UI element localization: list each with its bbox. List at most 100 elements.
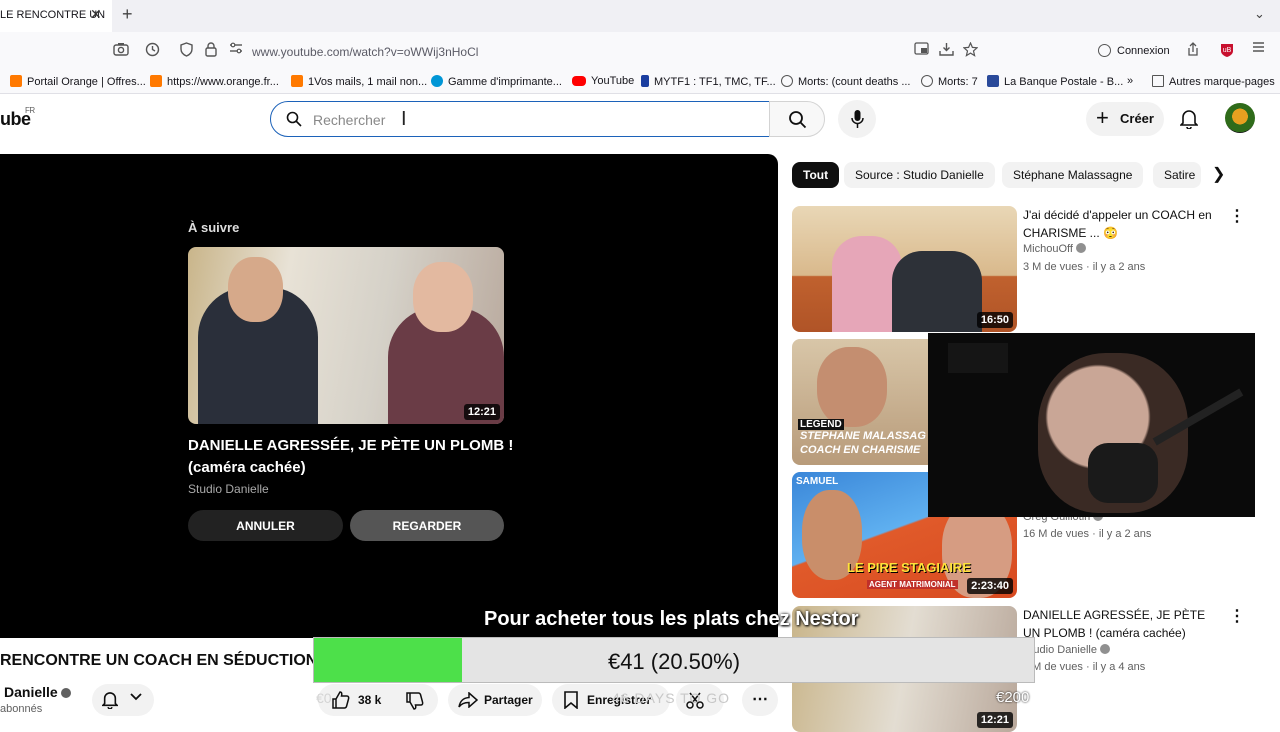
more-horizontal-icon: ⋯ xyxy=(752,691,768,708)
video-player[interactable]: À suivre 12:21 DANIELLE AGRESSÉE, JE PÈT… xyxy=(0,154,778,638)
globe-icon xyxy=(781,75,793,87)
thumbnail-figure xyxy=(413,262,473,332)
recommendation-meta: 3 M de vues · il y a 2 ans xyxy=(1023,261,1146,273)
share-button[interactable]: Partager xyxy=(448,684,542,716)
up-next-channel: Studio Danielle xyxy=(188,482,269,496)
chip-all[interactable]: Tout xyxy=(792,162,840,188)
verified-icon xyxy=(1100,644,1110,654)
like-dislike-group: 38 k xyxy=(318,684,438,716)
create-button[interactable]: + Créer xyxy=(1086,102,1164,136)
lock-icon[interactable] xyxy=(205,42,217,57)
region-code: FR xyxy=(25,106,35,115)
dislike-icon[interactable] xyxy=(406,692,424,710)
menu-icon[interactable] xyxy=(1252,41,1265,53)
close-icon[interactable]: ✕ xyxy=(90,6,102,23)
like-icon[interactable] xyxy=(332,691,350,709)
search-input[interactable]: Rechercher I xyxy=(270,101,770,137)
youtube-logo[interactable]: ube FR xyxy=(0,106,35,130)
search-icon xyxy=(788,110,807,129)
bookmark-folder[interactable]: Autres marque-pages xyxy=(1152,75,1275,88)
goal-start-label: €0 xyxy=(316,690,332,706)
donation-goal-bar: €41 (20.50%) xyxy=(313,637,1035,683)
more-options-icon[interactable]: ⋮ xyxy=(1229,606,1245,626)
more-actions-button[interactable]: ⋯ xyxy=(742,684,778,716)
up-next-thumbnail[interactable]: 12:21 xyxy=(188,247,504,424)
bookmark-item[interactable]: Morts: 7 xyxy=(921,75,978,88)
bookmark-item[interactable]: 1Vos mails, 1 mail non... xyxy=(291,75,427,88)
subscription-bell-button[interactable] xyxy=(92,684,154,716)
thumbnail-text: STEPHANE MALASSAG xyxy=(800,430,926,442)
orange-icon xyxy=(150,75,162,87)
more-options-icon[interactable]: ⋮ xyxy=(1229,206,1245,226)
channel-name[interactable]: Danielle xyxy=(4,684,71,700)
more-bookmarks-icon[interactable]: » xyxy=(1127,75,1133,87)
up-next-title[interactable]: DANIELLE AGRESSÉE, JE PÈTE UN PLOMB ! (c… xyxy=(188,435,518,479)
bank-icon xyxy=(987,75,999,87)
account-button[interactable]: Connexion xyxy=(1092,39,1174,63)
star-icon[interactable] xyxy=(963,42,978,57)
recommendation-title[interactable]: DANIELLE AGRESSÉE, JE PÈTE UN PLOMB ! (c… xyxy=(1023,606,1223,642)
chip-satire[interactable]: Satire xyxy=(1153,162,1201,188)
chevron-right-icon[interactable]: ❯ xyxy=(1212,164,1225,184)
browser-nav-bar: www.youtube.com/watch?v=oWWij3nHoCl Conn… xyxy=(0,32,1280,70)
browser-tab-active[interactable]: LE RENCONTRE UN ✕ xyxy=(0,0,112,32)
bookmark-item[interactable]: https://www.orange.fr... xyxy=(150,75,279,88)
duration-badge: 12:21 xyxy=(976,712,1013,728)
share-label: Partager xyxy=(484,693,533,707)
thumbnail-figure xyxy=(892,251,982,332)
tf1-icon xyxy=(641,75,649,87)
thumbnail-text: AGENT MATRIMONIAL xyxy=(867,580,958,589)
share-icon[interactable] xyxy=(1186,42,1200,57)
download-icon[interactable] xyxy=(939,42,954,56)
thumbnail-text: COACH EN CHARISME xyxy=(800,444,921,456)
stream-caption: Pour acheter tous les plats chez Nestor xyxy=(484,608,859,630)
extension-icon[interactable]: uB xyxy=(1219,42,1235,58)
cancel-button[interactable]: ANNULER xyxy=(188,510,343,541)
thumbnail-text: SAMUEL xyxy=(796,476,839,487)
duration-badge: 16:50 xyxy=(976,312,1013,328)
history-icon[interactable] xyxy=(145,42,160,57)
subscriber-count: abonnés xyxy=(0,703,43,715)
search-button[interactable] xyxy=(769,101,825,137)
permissions-icon[interactable] xyxy=(229,42,243,54)
microphone-icon xyxy=(851,109,864,129)
verified-icon xyxy=(1075,243,1086,253)
thumbnail-text: LEGEND xyxy=(798,419,844,430)
webcam-overlay xyxy=(928,333,1255,517)
up-next-label: À suivre xyxy=(188,220,240,235)
bookmark-item[interactable]: MYTF1 : TF1, TMC, TF... xyxy=(641,75,776,88)
chip-person[interactable]: Stéphane Malassagne xyxy=(1002,162,1144,188)
bookmark-item[interactable]: La Banque Postale - B... xyxy=(987,75,1123,88)
thumbnail-text: LE PIRE STAGIAIRE xyxy=(847,560,971,575)
youtube-icon xyxy=(572,76,586,86)
recommendation-thumbnail[interactable]: 16:50 xyxy=(792,206,1017,332)
duration-badge: 12:21 xyxy=(463,404,500,420)
recommendation-title[interactable]: J'ai décidé d'appeler un COACH en CHARIS… xyxy=(1023,206,1223,242)
shield-icon[interactable] xyxy=(180,42,193,57)
bookmark-item[interactable]: Morts: (count deaths ... xyxy=(781,75,911,88)
new-tab-icon[interactable]: + xyxy=(122,4,133,25)
search-icon xyxy=(286,111,302,127)
video-title: RENCONTRE UN COACH EN SÉDUCTION xyxy=(0,652,318,669)
bell-icon xyxy=(102,691,118,709)
recommendation-meta: 7 M de vues · il y a 4 ans xyxy=(1023,661,1146,673)
avatar[interactable] xyxy=(1225,103,1255,133)
svg-text:uB: uB xyxy=(1223,47,1232,54)
like-count: 38 k xyxy=(358,693,382,707)
thumbnail-figure xyxy=(817,347,887,427)
voice-search-button[interactable] xyxy=(838,100,876,138)
chevron-down-icon[interactable]: ⌄ xyxy=(1254,6,1265,22)
watch-button[interactable]: REGARDER xyxy=(350,510,504,541)
notifications-bell-icon[interactable] xyxy=(1180,109,1198,129)
picture-in-picture-icon[interactable] xyxy=(914,42,929,55)
webcam-background xyxy=(948,343,1008,373)
hp-icon xyxy=(431,75,443,87)
bookmark-item[interactable]: YouTube xyxy=(572,75,634,87)
bookmark-item[interactable]: Portail Orange | Offres... xyxy=(10,75,146,88)
chip-source[interactable]: Source : Studio Danielle xyxy=(844,162,995,188)
recommendation-channel: MichouOff xyxy=(1023,243,1086,255)
screenshot-icon[interactable] xyxy=(113,42,129,56)
bookmark-item[interactable]: Gamme d'imprimante... xyxy=(431,75,562,88)
orange-icon xyxy=(291,75,303,87)
address-bar[interactable]: www.youtube.com/watch?v=oWWij3nHoCl xyxy=(252,45,478,59)
